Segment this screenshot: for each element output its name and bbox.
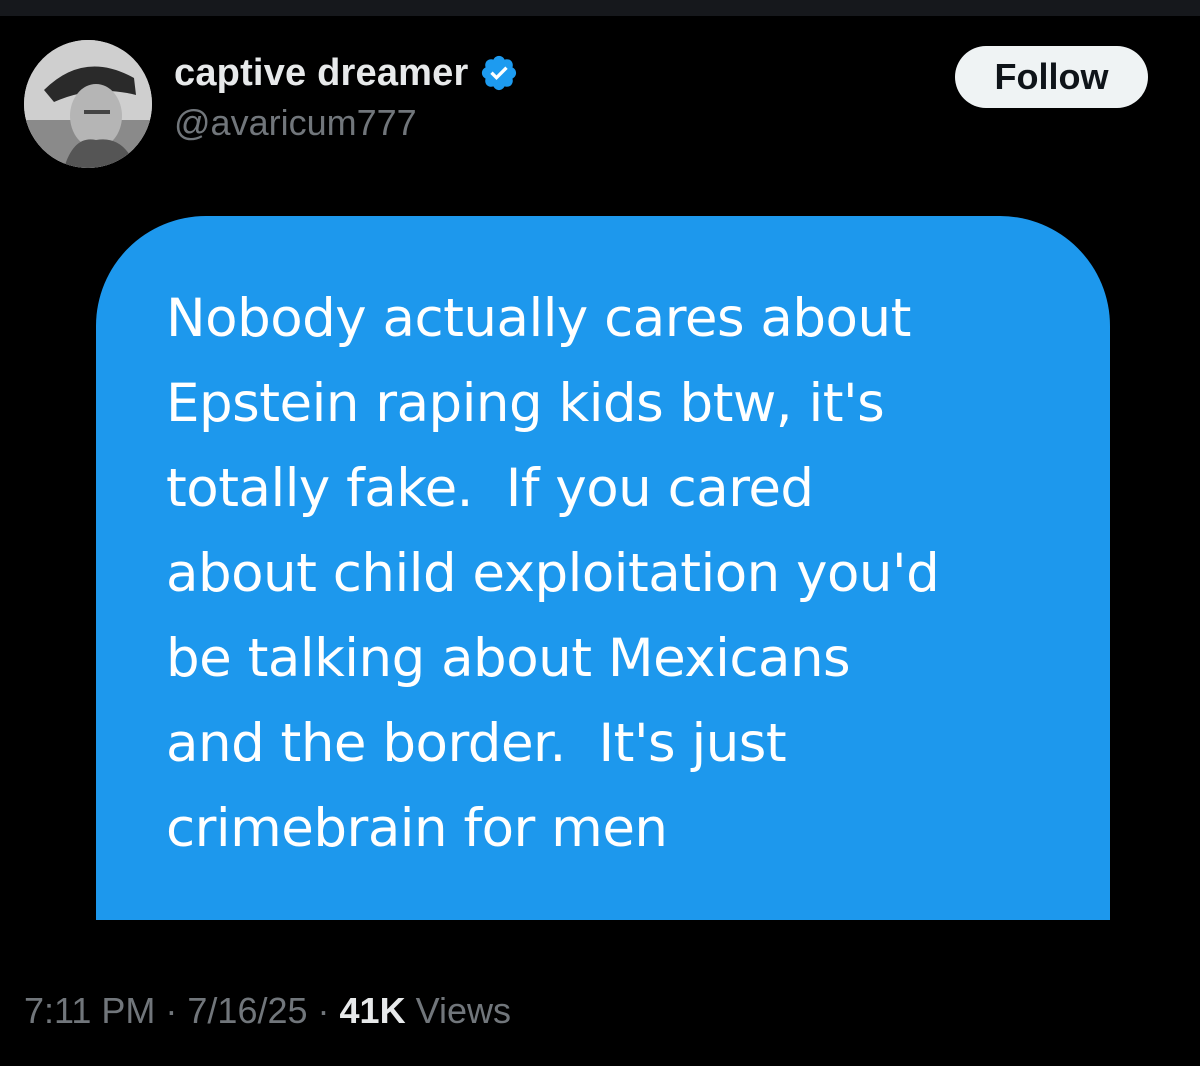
message-text: Nobody actually cares about Epstein rapi… xyxy=(166,288,940,859)
avatar-image xyxy=(24,40,152,168)
post-date[interactable]: 7/16/25 xyxy=(187,990,307,1032)
author-name-row: captive dreamer xyxy=(174,48,519,98)
post-meta: 7:11 PM · 7/16/25 · 41K Views xyxy=(24,990,511,1032)
meta-separator: · xyxy=(165,990,178,1031)
verified-badge-icon xyxy=(479,53,519,93)
views-label: Views xyxy=(415,990,511,1031)
author-handle[interactable]: @avaricum777 xyxy=(174,102,417,144)
meta-separator: · xyxy=(317,990,330,1031)
avatar[interactable] xyxy=(24,40,152,168)
follow-button[interactable]: Follow xyxy=(955,46,1148,108)
post-time[interactable]: 7:11 PM xyxy=(24,990,155,1032)
author-display-name[interactable]: captive dreamer xyxy=(174,52,469,95)
views-count[interactable]: 41K xyxy=(340,990,406,1032)
message-bubble: Nobody actually cares about Epstein rapi… xyxy=(96,216,1110,920)
top-bar xyxy=(0,0,1200,16)
